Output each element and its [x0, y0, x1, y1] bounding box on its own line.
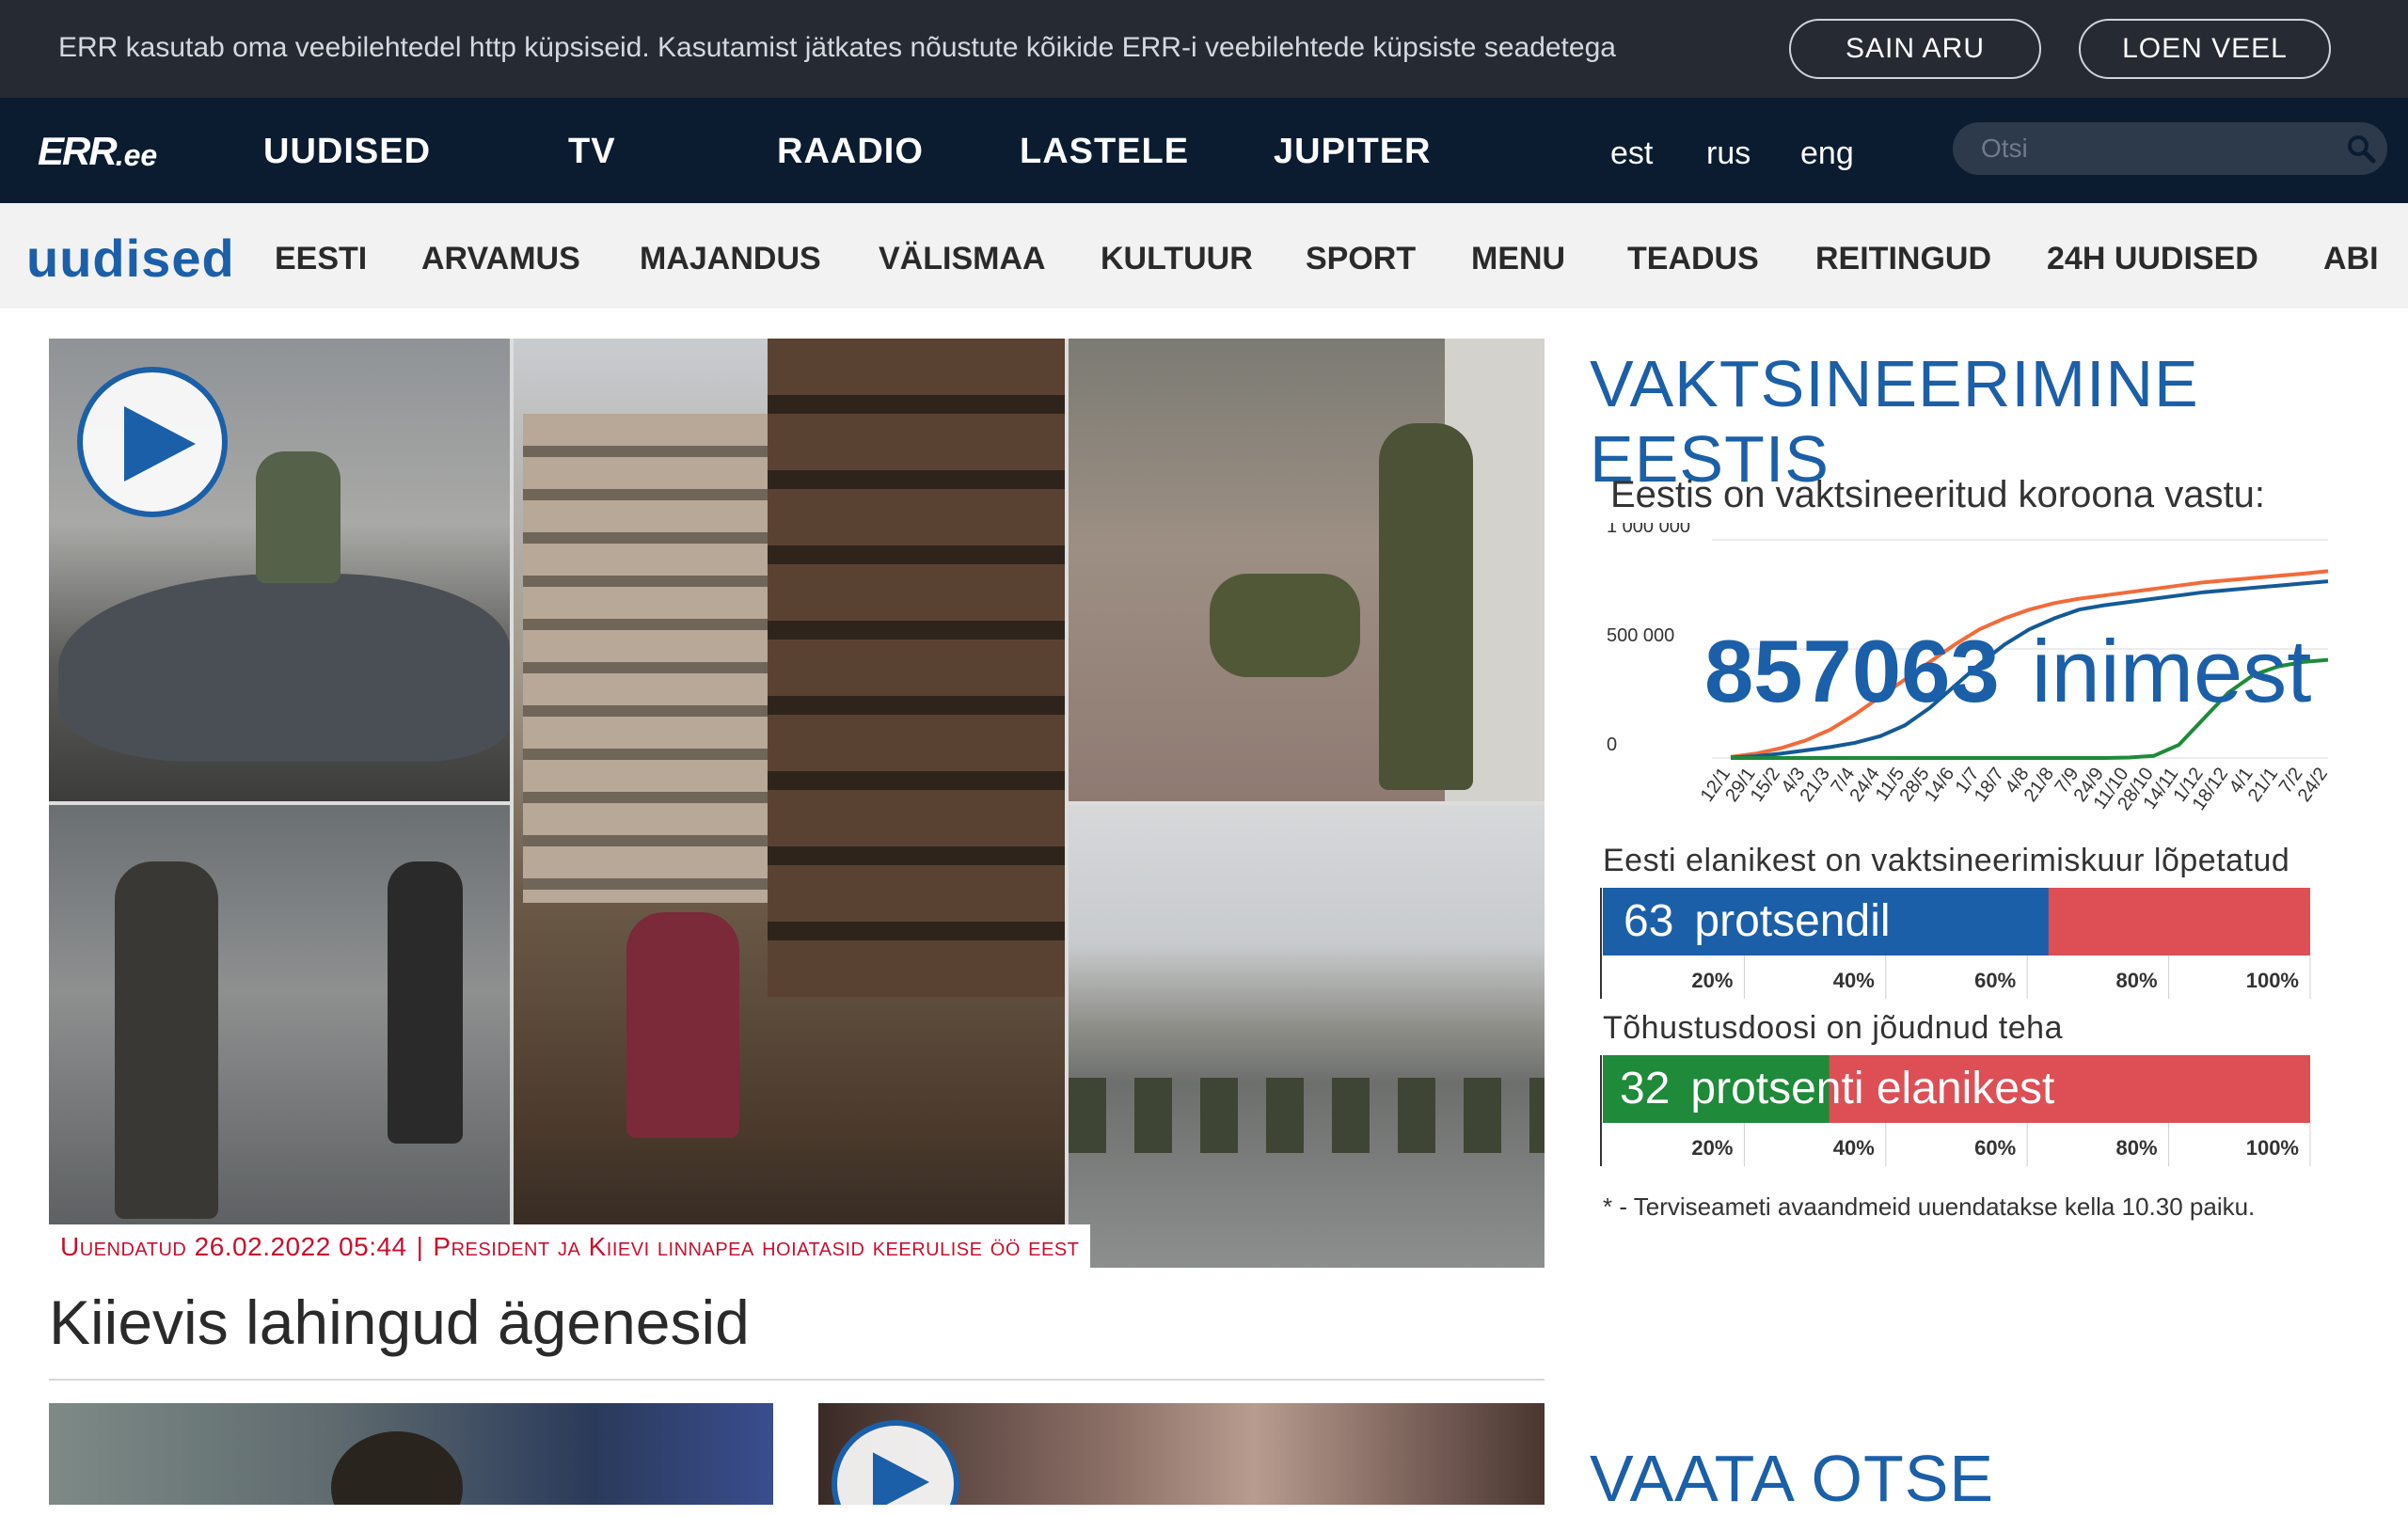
- completed-title: Eesti elanikest on vaktsineerimiskuur lõ…: [1603, 843, 2290, 878]
- lang-eng[interactable]: eng: [1800, 135, 1854, 172]
- topnav-tv[interactable]: TV: [568, 132, 616, 172]
- completed-value: 63: [1624, 896, 1674, 946]
- subnav-majandus[interactable]: MAJANDUS: [640, 241, 821, 277]
- bar-tick-label: 80%: [2116, 969, 2158, 992]
- x-tick-label: 24/2: [2294, 764, 2332, 806]
- search-box: [1953, 122, 2387, 175]
- search-icon[interactable]: [2346, 134, 2376, 164]
- booster-title: Tõhustusdoosi on jõudnud teha: [1603, 1010, 2063, 1046]
- subnav-valismaa[interactable]: VÄLISMAA: [879, 241, 1046, 277]
- cookie-banner: ERR kasutab oma veebilehtedel http küpsi…: [0, 0, 2408, 98]
- y-tick-label: 500 000: [1607, 625, 1674, 646]
- subnav-24h-uudised[interactable]: 24H UUDISED: [2047, 241, 2258, 277]
- caption-separator: |: [416, 1232, 424, 1261]
- logo-main: ERR: [38, 129, 118, 173]
- subnav-teadus[interactable]: TEADUS: [1627, 241, 1759, 277]
- topnav-raadio[interactable]: RAADIO: [777, 132, 924, 172]
- subnav-reitingud[interactable]: REITINGUD: [1815, 241, 1991, 277]
- hero-updated: Uuendatud 26.02.2022 05:44: [60, 1232, 407, 1261]
- topnav-uudised[interactable]: UUDISED: [263, 132, 431, 172]
- vaccination-footnote: * - Terviseameti avaandmeid uuendatakse …: [1603, 1192, 2256, 1221]
- news-thumbnail[interactable]: [818, 1403, 1545, 1505]
- subnav-eesti[interactable]: EESTI: [275, 241, 367, 277]
- bar-tick-label: 100%: [2246, 1136, 2299, 1160]
- booster-value: 32: [1620, 1064, 1671, 1113]
- hero-headline[interactable]: Kiievis lahingud ägenesid: [49, 1287, 750, 1358]
- cookie-accept-button[interactable]: SAIN ARU: [1789, 19, 2041, 79]
- bar-tick-label: 20%: [1691, 1136, 1733, 1160]
- bar-tick-label: 20%: [1691, 969, 1733, 992]
- subnav-sport[interactable]: SPORT: [1306, 241, 1416, 277]
- bar-tick-label: 40%: [1833, 969, 1875, 992]
- topnav-lastele[interactable]: LASTELE: [1020, 132, 1189, 172]
- bar-tick-label: 60%: [1974, 1136, 2016, 1160]
- news-thumbnail[interactable]: [49, 1403, 773, 1505]
- completed-label: 63 protsendil: [1624, 895, 1891, 947]
- cookie-more-button[interactable]: LOEN VEEL: [2079, 19, 2331, 79]
- search-input[interactable]: [1981, 130, 2320, 167]
- booster-unit: protsenti elanikest: [1690, 1064, 2055, 1113]
- vaccinated-count: 857063 inimest: [1704, 621, 2311, 722]
- err-logo[interactable]: ERR .ee: [38, 128, 158, 173]
- photo-soldiers-resting: [1069, 339, 1545, 801]
- watch-live-title[interactable]: VAATA OTSE: [1590, 1441, 1994, 1516]
- photo-destroyed-building: [514, 339, 1065, 1268]
- bar-tick-label: 40%: [1833, 1136, 1875, 1160]
- lang-rus[interactable]: rus: [1706, 135, 1751, 172]
- booster-label: 32 protsenti elanikest: [1620, 1063, 2054, 1114]
- y-tick-label: 0: [1607, 734, 1617, 755]
- cookie-text: ERR kasutab oma veebilehtedel http küpsi…: [58, 32, 1616, 63]
- divider: [49, 1379, 1545, 1381]
- video-play-button[interactable]: [77, 367, 228, 517]
- play-icon: [873, 1452, 929, 1505]
- video-play-button[interactable]: [832, 1420, 959, 1505]
- completed-bar-chart: 20% 40% 60% 80% 100% 63 protsendil: [1599, 888, 2314, 999]
- topnav-jupiter[interactable]: JUPITER: [1274, 132, 1431, 172]
- lang-est[interactable]: est: [1610, 135, 1653, 172]
- subnav-kultuur[interactable]: KULTUUR: [1101, 241, 1253, 277]
- bar-tick-label: 60%: [1974, 969, 2016, 992]
- count-unit: inimest: [2031, 622, 2312, 720]
- logo-suffix: .ee: [115, 138, 158, 172]
- section-brand[interactable]: uudised: [26, 228, 235, 289]
- top-navigation: ERR .ee UUDISED TV RAADIO LASTELE JUPITE…: [0, 98, 2408, 203]
- hero-caption-text: President ja Kiievi linnapea hoiatasid k…: [433, 1232, 1080, 1261]
- completed-unit: protsendil: [1694, 896, 1891, 946]
- booster-bar-chart: 20% 40% 60% 80% 100% 32 protsenti elanikest: [1599, 1055, 2314, 1166]
- photo-armed-civilians: [49, 805, 510, 1268]
- subnav-menu[interactable]: MENU: [1471, 241, 1565, 277]
- y-tick-label: 1 000 000: [1607, 523, 1690, 537]
- section-navigation: uudised EESTI ARVAMUS MAJANDUS VÄLISMAA …: [0, 203, 2408, 308]
- count-value: 857063: [1704, 622, 2000, 720]
- vaccination-subtitle: Eestis on vaktsineeritud koroona vastu:: [1610, 474, 2265, 515]
- hero-caption[interactable]: Uuendatud 26.02.2022 05:44 | President j…: [49, 1224, 1091, 1268]
- photo-soldiers-bridge: [1069, 805, 1545, 1268]
- bar-tick-label: 80%: [2116, 1136, 2158, 1160]
- subnav-arvamus[interactable]: ARVAMUS: [421, 241, 580, 277]
- bar-tick-label: 100%: [2246, 969, 2299, 992]
- subnav-abi[interactable]: ABI: [2323, 241, 2379, 277]
- hero-image[interactable]: [49, 339, 1545, 1268]
- play-icon: [124, 406, 196, 482]
